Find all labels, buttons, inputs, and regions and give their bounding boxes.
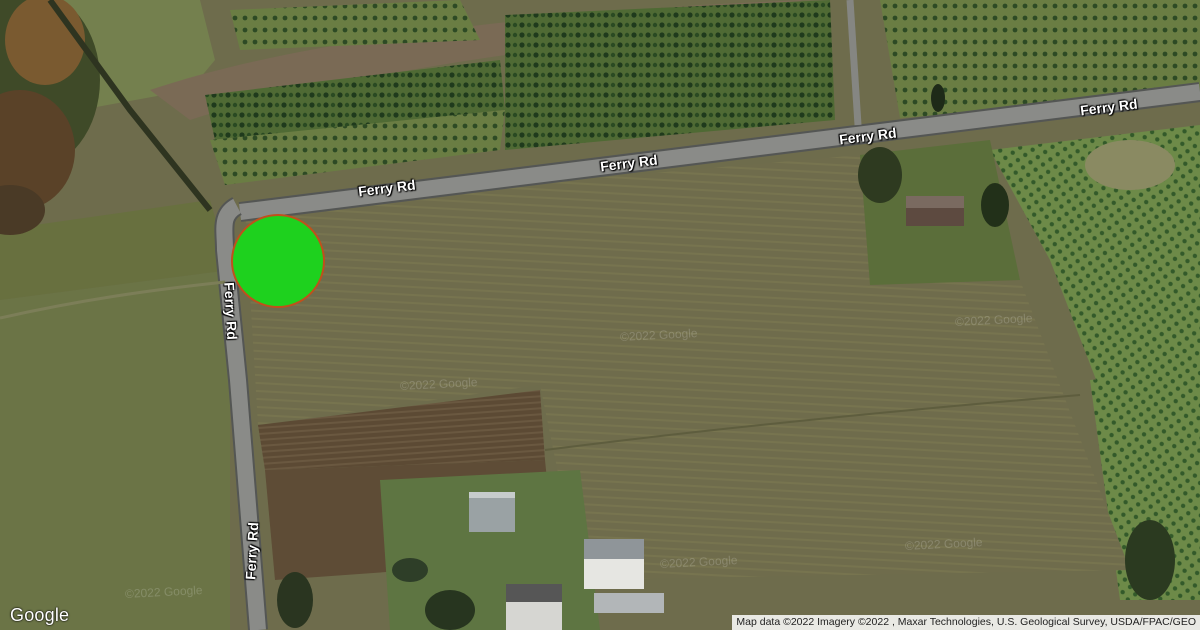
road-label-ferry-rd: Ferry Rd <box>221 281 241 341</box>
map-attribution[interactable]: Map data ©2022 Imagery ©2022 , Maxar Tec… <box>732 615 1200 630</box>
satellite-map[interactable]: Ferry Rd Ferry Rd Ferry Rd Ferry Rd Ferr… <box>0 0 1200 630</box>
location-marker[interactable] <box>231 214 325 308</box>
road-label-ferry-rd: Ferry Rd <box>242 521 262 581</box>
google-logo[interactable]: Google <box>10 605 69 626</box>
